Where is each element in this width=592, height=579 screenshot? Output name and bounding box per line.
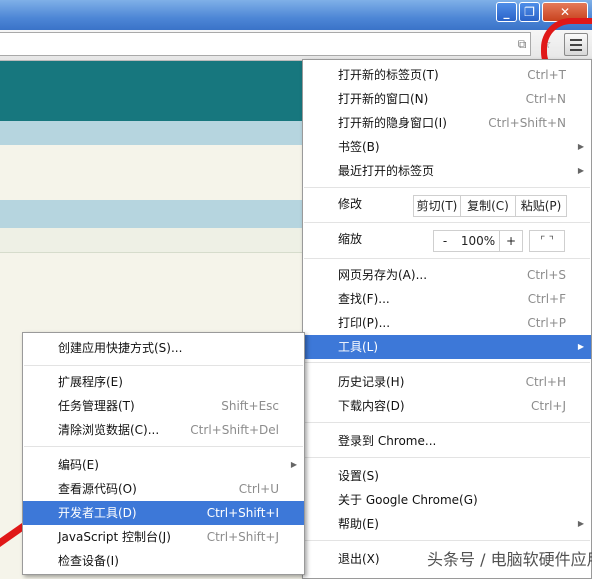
menu-separator	[304, 422, 590, 423]
menu-item-bookmarks[interactable]: 书签(B) ▶	[303, 135, 591, 159]
menu-item-incognito[interactable]: 打开新的隐身窗口(I) Ctrl+Shift+N	[303, 111, 591, 135]
menu-item-print[interactable]: 打印(P)... Ctrl+P	[303, 311, 591, 335]
window-title-bar: _ ❐ ✕	[0, 0, 592, 30]
menu-item-new-window[interactable]: 打开新的窗口(N) Ctrl+N	[303, 87, 591, 111]
minimize-button[interactable]: _	[496, 2, 517, 22]
menu-separator	[304, 457, 590, 458]
chevron-right-icon: ▶	[577, 166, 584, 175]
menu-item-sign-in[interactable]: 登录到 Chrome...	[303, 429, 591, 453]
zoom-out-button[interactable]: -	[433, 230, 457, 252]
fullscreen-icon: ⌜ ⌝	[540, 234, 554, 247]
menu-separator	[24, 365, 303, 366]
menu-item-downloads[interactable]: 下载内容(D) Ctrl+J	[303, 394, 591, 418]
address-bar[interactable]	[0, 32, 531, 56]
menu-item-history[interactable]: 历史记录(H) Ctrl+H	[303, 370, 591, 394]
menu-item-help[interactable]: 帮助(E) ▶	[303, 512, 591, 536]
menu-row-edit: 修改 剪切(T) 复制(C) 粘贴(P)	[303, 192, 591, 218]
menu-item-developer-tools[interactable]: 开发者工具(D) Ctrl+Shift+I	[23, 501, 304, 525]
translate-icon[interactable]: ⧉	[514, 36, 530, 52]
menu-item-new-tab[interactable]: 打开新的标签页(T) Ctrl+T	[303, 63, 591, 87]
paste-button[interactable]: 粘贴(P)	[515, 195, 567, 217]
menu-item-find[interactable]: 查找(F)... Ctrl+F	[303, 287, 591, 311]
chevron-right-icon: ▶	[577, 519, 584, 528]
menu-item-inspect-devices[interactable]: 检查设备(I)	[23, 549, 304, 573]
menu-item-tools[interactable]: 工具(L) ▶	[303, 335, 591, 359]
browser-toolbar: ⧉ ☆	[0, 30, 592, 61]
restore-button[interactable]: ❐	[519, 2, 540, 22]
menu-item-view-source[interactable]: 查看源代码(O) Ctrl+U	[23, 477, 304, 501]
menu-item-js-console[interactable]: JavaScript 控制台(J) Ctrl+Shift+J	[23, 525, 304, 549]
menu-item-encoding[interactable]: 编码(E) ▶	[23, 453, 304, 477]
menu-separator	[304, 362, 590, 363]
zoom-level: 100%	[456, 230, 500, 252]
chevron-right-icon: ▶	[577, 342, 584, 351]
watermark: 头条号 / 电脑软硬件应用网	[427, 550, 592, 569]
fullscreen-button[interactable]: ⌜ ⌝	[529, 230, 565, 252]
copy-button[interactable]: 复制(C)	[460, 195, 516, 217]
chevron-right-icon: ▶	[577, 142, 584, 151]
menu-separator	[304, 258, 590, 259]
menu-item-save-as[interactable]: 网页另存为(A)... Ctrl+S	[303, 263, 591, 287]
menu-separator	[304, 187, 590, 188]
menu-item-extensions[interactable]: 扩展程序(E)	[23, 370, 304, 394]
menu-separator	[304, 540, 590, 541]
menu-item-create-shortcut[interactable]: 创建应用快捷方式(S)...	[23, 336, 304, 360]
menu-item-about[interactable]: 关于 Google Chrome(G)	[303, 488, 591, 512]
chevron-right-icon: ▶	[290, 460, 297, 469]
menu-item-clear-data[interactable]: 清除浏览数据(C)... Ctrl+Shift+Del	[23, 418, 304, 442]
menu-row-zoom: 缩放 - 100% + ⌜ ⌝	[303, 227, 591, 253]
menu-item-settings[interactable]: 设置(S)	[303, 464, 591, 488]
cut-button[interactable]: 剪切(T)	[413, 195, 461, 217]
zoom-in-button[interactable]: +	[499, 230, 523, 252]
chrome-main-menu: 打开新的标签页(T) Ctrl+T 打开新的窗口(N) Ctrl+N 打开新的隐身窗…	[302, 59, 592, 579]
menu-separator	[304, 222, 590, 223]
tools-submenu: 创建应用快捷方式(S)... 扩展程序(E) 任务管理器(T) Shift+Esc…	[22, 332, 305, 575]
menu-item-task-manager[interactable]: 任务管理器(T) Shift+Esc	[23, 394, 304, 418]
menu-item-recent-tabs[interactable]: 最近打开的标签页 ▶	[303, 159, 591, 183]
menu-separator	[24, 446, 303, 447]
